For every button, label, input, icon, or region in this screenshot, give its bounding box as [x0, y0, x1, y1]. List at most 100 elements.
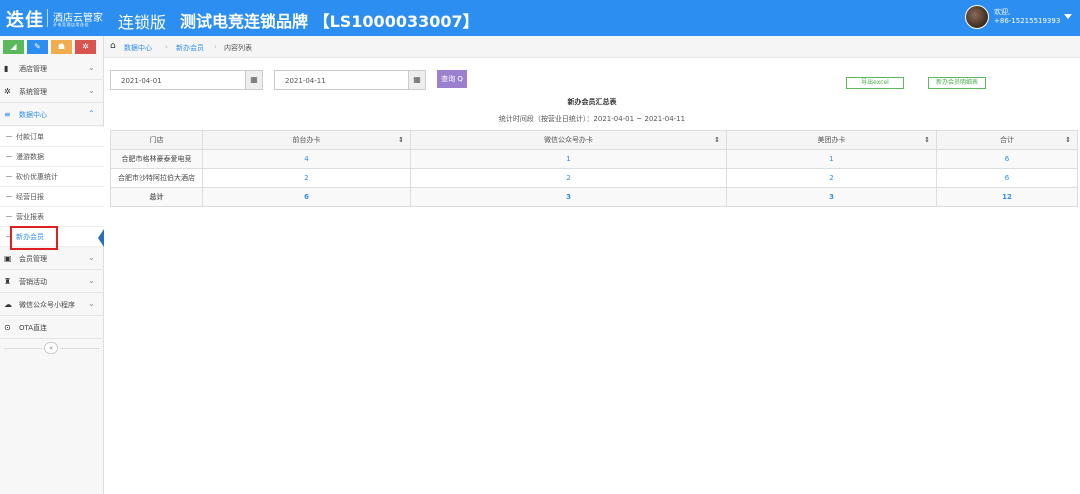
breadcrumb-current: 内容列表	[224, 44, 252, 52]
chevron-down-icon: ⌄	[88, 63, 95, 72]
column-header-meituan[interactable]: 美团办卡 ⇕	[726, 130, 937, 150]
sidebar-subitem-daily-report[interactable]: 经营日报	[0, 187, 104, 207]
table-total-row: 总计 6 3 3 12	[110, 187, 1078, 207]
column-header-store: 门店	[110, 130, 203, 150]
column-header-label: 美团办卡	[817, 136, 846, 144]
divider	[4, 348, 42, 349]
report-period: 统计时间段（按营业日统计）：2021-04-01 ~ 2021-04-11	[498, 115, 686, 123]
table-row: 合肥市沙特阿拉伯大酒店 2 2 2 6	[110, 168, 1078, 188]
sort-icon[interactable]: ⇕	[714, 136, 720, 144]
gear-icon: ✲	[4, 87, 11, 96]
tree-line	[6, 216, 12, 217]
total-value: 3	[410, 187, 727, 207]
count-link[interactable]: 6	[936, 149, 1078, 169]
sidebar-item-system-management[interactable]: ✲ 系统管理 ⌄	[0, 81, 104, 103]
table-header-row: 门店 前台办卡 ⇕ 微信公众号办卡 ⇕ 美团办卡 ⇕ 合计 ⇕	[110, 130, 1078, 150]
sidebar-item-data-center[interactable]: ≡ 数据中心 ⌃	[0, 104, 104, 126]
table-row: 合肥市格林豪泰爱电竞 4 1 1 6	[110, 149, 1078, 169]
tree-line	[6, 176, 12, 177]
column-header-label: 微信公众号办卡	[544, 136, 593, 144]
member-card-icon: ▣	[4, 254, 12, 263]
sidebar-item-ota[interactable]: ⊙ OTA直连	[0, 317, 104, 339]
chevron-down-icon: ⌄	[88, 299, 95, 308]
breadcrumb-separator: ›	[165, 43, 168, 51]
user-phone: +86-15215519393	[994, 17, 1061, 25]
count-link[interactable]: 1	[726, 149, 937, 169]
sidebar-subitem-payment-orders[interactable]: 付款订单	[0, 127, 104, 147]
hotel-icon: ▮	[4, 64, 9, 73]
sidebar-subitem-label: 付款订单	[16, 133, 44, 141]
sidebar-item-label: 会员管理	[19, 255, 47, 263]
store-cell: 合肥市格林豪泰爱电竞	[110, 149, 203, 169]
breadcrumb-data-center[interactable]: 数据中心	[124, 43, 152, 53]
count-link[interactable]: 2	[202, 168, 411, 188]
sidebar-item-label: 系统管理	[19, 88, 47, 96]
count-link[interactable]: 4	[202, 149, 411, 169]
cogs-icon[interactable]: ✲	[75, 40, 96, 54]
sort-icon[interactable]: ⇕	[1065, 136, 1071, 144]
column-header-total[interactable]: 合计 ⇕	[936, 130, 1078, 150]
total-label: 总计	[110, 187, 203, 207]
calendar-icon[interactable]: ▦	[245, 70, 263, 90]
query-button[interactable]: 查询 Q	[437, 70, 467, 88]
end-date-value: 2021-04-11	[285, 77, 326, 85]
sort-icon[interactable]: ⇕	[398, 136, 404, 144]
sidebar-subitem-label: 经营日报	[16, 193, 44, 201]
breadcrumb-separator: ›	[214, 43, 217, 51]
sidebar-subitem-label: 砍价优惠统计	[16, 173, 58, 181]
end-date-input[interactable]: 2021-04-11	[274, 70, 422, 90]
calendar-icon[interactable]: ▦	[408, 70, 426, 90]
sort-icon[interactable]: ⇕	[924, 136, 930, 144]
sidebar-subitem-bargain-stats[interactable]: 砍价优惠统计	[0, 167, 104, 187]
active-indicator	[98, 229, 104, 247]
breadcrumb-new-members[interactable]: 新办会员	[176, 43, 204, 53]
sidebar-subitem-roaming-data[interactable]: 漫游数据	[0, 147, 104, 167]
logo-slogan: 开电竞酒店用迭佳	[53, 22, 89, 27]
sidebar-item-label: 数据中心	[19, 111, 47, 119]
count-link[interactable]: 2	[726, 168, 937, 188]
tree-line	[6, 136, 12, 137]
users-icon[interactable]: ☗	[51, 40, 72, 54]
sidebar-subitem-business-report[interactable]: 营业报表	[0, 207, 104, 227]
sidebar-item-wechat-miniprogram[interactable]: ☁ 微信公众号小程序 ⌄	[0, 294, 104, 316]
chevron-up-icon: ⌃	[88, 109, 95, 118]
gift-icon: ♜	[4, 277, 12, 286]
column-header-front-desk[interactable]: 前台办卡 ⇕	[202, 130, 411, 150]
total-value: 6	[202, 187, 411, 207]
count-link[interactable]: 6	[936, 168, 1078, 188]
sidebar-item-label: 酒店管理	[19, 65, 47, 73]
member-detail-button[interactable]: 新办会员明细表	[928, 77, 986, 89]
store-cell: 合肥市沙特阿拉伯大酒店	[110, 168, 203, 188]
avatar[interactable]	[965, 5, 989, 29]
start-date-input[interactable]: 2021-04-01	[110, 70, 258, 90]
chevron-down-icon: ⌄	[88, 276, 95, 285]
sidebar-subitem-label: 营业报表	[16, 213, 44, 221]
user-info[interactable]: 欢迎, +86-15215519393	[994, 8, 1060, 26]
sidebar-item-marketing[interactable]: ♜ 营销活动 ⌄	[0, 271, 104, 293]
pencil-icon[interactable]: ✎	[27, 40, 48, 54]
sidebar-item-hotel-management[interactable]: ▮ 酒店管理 ⌄	[0, 58, 104, 80]
home-icon[interactable]: ⌂	[110, 41, 116, 51]
sidebar-item-label: 微信公众号小程序	[19, 301, 75, 309]
export-excel-button[interactable]: 导出excel	[846, 77, 904, 89]
chart-icon[interactable]: ◢	[3, 40, 24, 54]
summary-table: 门店 前台办卡 ⇕ 微信公众号办卡 ⇕ 美团办卡 ⇕ 合计 ⇕ 合肥市格林豪泰爱电竞 4…	[110, 130, 1078, 207]
sidebar-subitem-label: 漫游数据	[16, 153, 44, 161]
sidebar-item-member-management[interactable]: ▣ 会员管理 ⌄	[0, 248, 104, 270]
sidebar-item-label: OTA直连	[19, 324, 48, 332]
handshake-icon: ⊙	[4, 323, 11, 332]
edition-label: 连锁版	[118, 13, 167, 32]
total-value: 3	[726, 187, 937, 207]
chevron-down-icon: ⌄	[88, 86, 95, 95]
highlight-box	[10, 226, 58, 250]
sidebar-item-label: 营销活动	[19, 278, 47, 286]
collapse-sidebar-button[interactable]: «	[44, 342, 58, 354]
column-header-wechat[interactable]: 微信公众号办卡 ⇕	[410, 130, 727, 150]
column-header-label: 门店	[149, 136, 164, 144]
total-value: 12	[936, 187, 1078, 207]
cloud-icon: ☁	[4, 300, 12, 309]
count-link[interactable]: 1	[410, 149, 727, 169]
brand-title: 测试电竞连锁品牌 【LS1000033007】	[180, 12, 479, 31]
count-link[interactable]: 2	[410, 168, 727, 188]
caret-down-icon[interactable]	[1064, 14, 1072, 19]
